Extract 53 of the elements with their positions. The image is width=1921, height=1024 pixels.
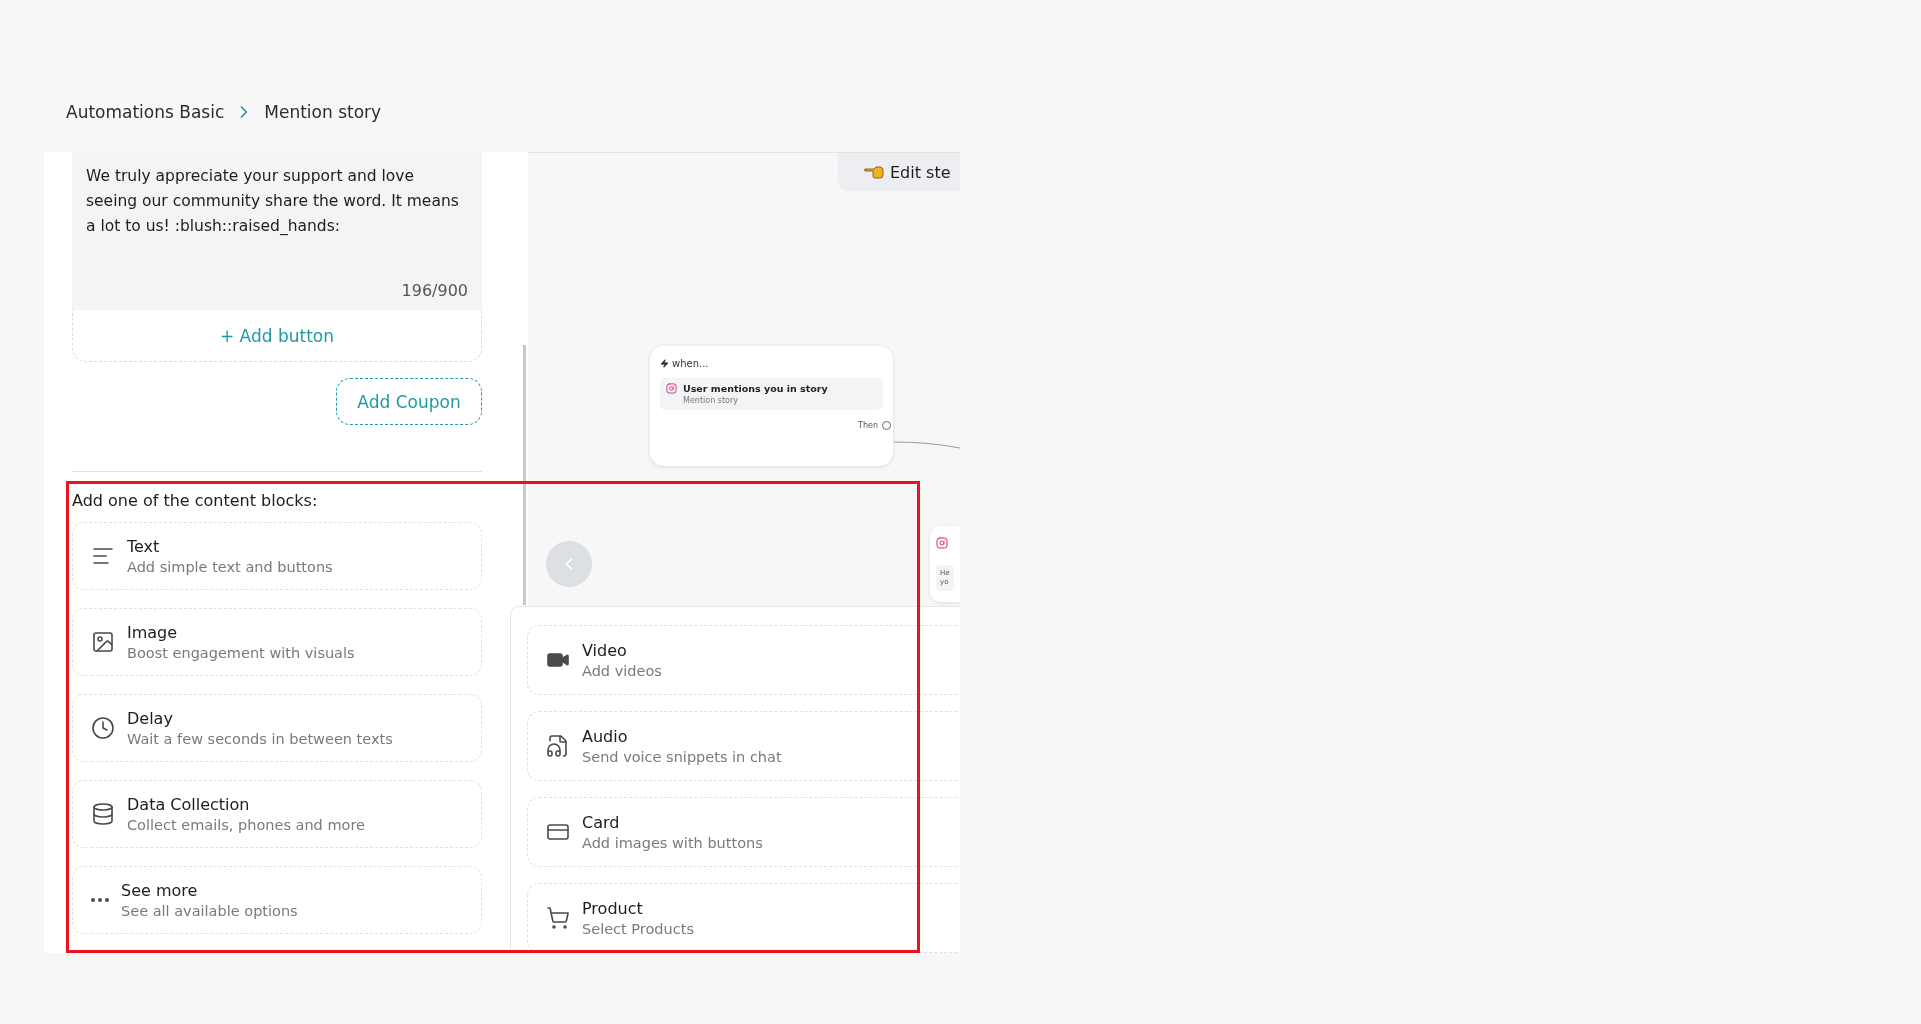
content-blocks-heading: Add one of the content blocks: <box>72 491 319 510</box>
content-block-card[interactable]: Image Boost engagement with visuals <box>72 608 482 676</box>
character-counter: 196/900 <box>400 281 468 300</box>
instagram-icon <box>666 383 677 394</box>
block-title: Product <box>582 899 644 918</box>
clock-icon <box>91 716 115 740</box>
block-description: See all available options <box>121 903 298 919</box>
block-title: Delay <box>127 709 174 728</box>
trigger-title: User mentions you in story <box>683 383 828 394</box>
connector-line <box>894 441 960 449</box>
block-title: Card <box>582 813 621 832</box>
content-block-card[interactable]: See more See all available options <box>72 866 482 934</box>
block-description: Collect emails, phones and more <box>127 817 365 833</box>
trigger-node[interactable]: when... User mentions you in story Mention story Then <box>650 346 893 466</box>
back-button[interactable] <box>546 541 592 587</box>
block-title: Audio <box>582 727 629 746</box>
breadcrumb[interactable]: Automations Basic <box>66 102 225 122</box>
cart-icon <box>546 906 570 930</box>
block-title: Video <box>582 641 628 660</box>
edit-step-button[interactable]: Edit ste <box>838 153 960 191</box>
instagram-icon <box>936 537 948 549</box>
message-field[interactable]: We truly appreciate your support and love seeing our community share the word. It means a lot to us! :blush::raised_hands: 196/900 <box>72 152 482 310</box>
content-block-card[interactable]: Delay Wait a few seconds in between texts <box>72 694 482 762</box>
content-block-card[interactable]: Audio Send voice snippets in chat <box>527 711 960 781</box>
node-heading: when... <box>672 358 709 369</box>
block-description: Wait a few seconds in between texts <box>127 731 393 747</box>
lightning-icon <box>660 359 669 368</box>
block-title: Image <box>127 623 179 642</box>
content-block-card[interactable]: Product Select Products <box>527 883 960 953</box>
block-description: Send voice snippets in chat <box>582 749 782 765</box>
database-icon <box>91 802 115 826</box>
trigger-subtitle: Mention story <box>683 396 739 405</box>
trigger-item[interactable]: User mentions you in story Mention story <box>660 378 883 410</box>
block-description: Add images with buttons <box>582 835 763 851</box>
block-title: See more <box>121 881 199 900</box>
content-block-card[interactable]: Data Collection Collect emails, phones and more <box>72 780 482 848</box>
block-title: Text <box>127 537 161 556</box>
more-icon <box>91 898 109 902</box>
block-description: Select Products <box>582 921 694 937</box>
content-block-card[interactable]: Text Add simple text and buttons <box>72 522 482 590</box>
image-icon <box>91 630 115 654</box>
block-title: Data Collection <box>127 795 251 814</box>
breadcrumb: Mention story <box>264 102 382 122</box>
content-block-card[interactable]: Card Add images with buttons <box>527 797 960 867</box>
output-label: Then <box>858 421 878 430</box>
block-description: Add simple text and buttons <box>127 559 333 575</box>
pointing-hand-icon <box>864 165 884 179</box>
audio-file-icon <box>546 734 570 758</box>
block-description: Boost engagement with visuals <box>127 645 355 661</box>
content-block-card[interactable]: Video Add videos <box>527 625 960 695</box>
block-description: Add videos <box>582 663 662 679</box>
output-port[interactable] <box>882 421 891 430</box>
message-text: We truly appreciate your support and love seeing our community share the word. It means a lot to us! :blush::raised_hands: <box>86 166 460 237</box>
